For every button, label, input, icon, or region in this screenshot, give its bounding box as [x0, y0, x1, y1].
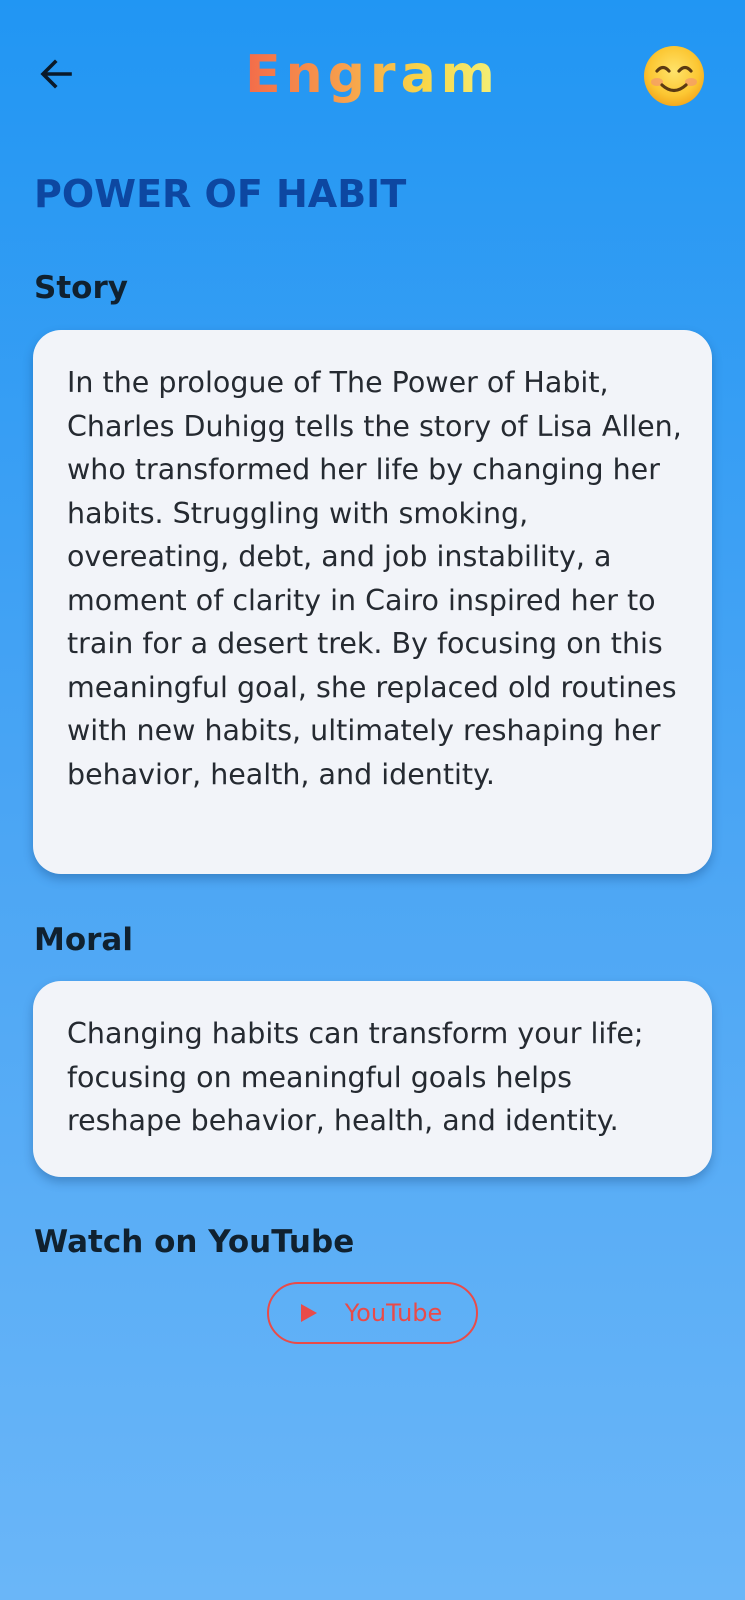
page-title: POWER OF HABIT [34, 172, 407, 216]
moral-card: Changing habits can transform your life;… [33, 981, 712, 1177]
story-card: In the prologue of The Power of Habit, C… [33, 330, 712, 874]
moral-heading: Moral [34, 922, 133, 958]
story-heading: Story [34, 270, 128, 306]
app-title: Engram [0, 42, 745, 108]
smiling-face-icon [642, 46, 706, 112]
app-title-text: Engram [245, 45, 500, 105]
story-text: In the prologue of The Power of Habit, C… [67, 366, 682, 791]
app-bar: Engram [0, 0, 745, 150]
youtube-button[interactable]: YouTube [267, 1282, 478, 1344]
mood-button[interactable] [642, 44, 706, 108]
moral-text: Changing habits can transform your life;… [67, 1017, 644, 1137]
play-icon [297, 1301, 321, 1325]
youtube-button-label: YouTube [344, 1299, 443, 1327]
youtube-heading: Watch on YouTube [34, 1224, 355, 1260]
